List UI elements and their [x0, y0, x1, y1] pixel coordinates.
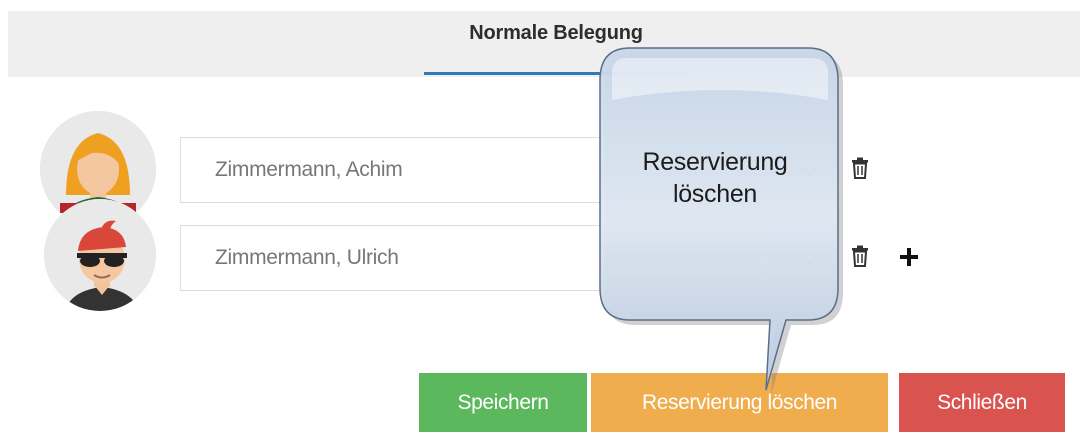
guest-name-1: Zimmermann, Achim [215, 158, 403, 181]
close-button[interactable]: Schließen [899, 373, 1065, 432]
tooltip-text: Reservierung löschen [642, 148, 788, 208]
save-button[interactable]: Speichern [419, 373, 587, 432]
tooltip-bubble [599, 47, 843, 395]
trash-icon[interactable] [851, 157, 869, 179]
guest-name-2: Zimmermann, Ulrich [215, 246, 399, 269]
trash-icon[interactable] [851, 245, 869, 267]
male-avatar-icon [44, 199, 156, 311]
plus-icon[interactable] [900, 248, 918, 266]
